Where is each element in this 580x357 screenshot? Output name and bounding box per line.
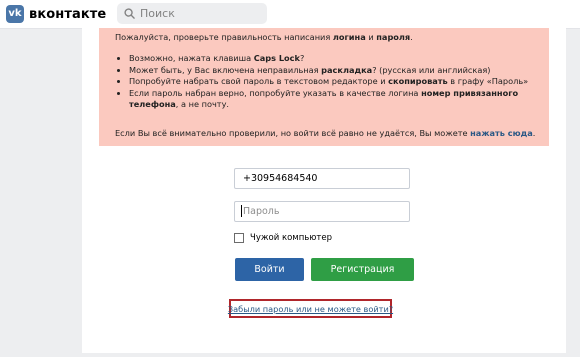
password-field[interactable] bbox=[234, 201, 410, 222]
foreign-computer-checkbox[interactable] bbox=[234, 233, 244, 243]
foreign-computer-checkbox-row[interactable]: Чужой компьютер bbox=[234, 233, 332, 243]
alert-intro: Пожалуйста, проверьте правильность напис… bbox=[115, 32, 413, 42]
login-panel: Пожалуйста, проверьте правильность напис… bbox=[82, 28, 566, 353]
list-item: Попробуйте набрать свой пароль в текстов… bbox=[129, 76, 544, 88]
register-button[interactable]: Регистрация bbox=[311, 258, 414, 281]
vk-logo-icon: vk bbox=[6, 5, 24, 23]
text-cursor bbox=[241, 205, 242, 217]
vk-logo[interactable]: vk вконтакте bbox=[6, 5, 106, 23]
search-icon bbox=[124, 8, 135, 19]
login-button[interactable]: Войти bbox=[235, 258, 304, 281]
logo-text: вконтакте bbox=[29, 6, 107, 22]
search-box[interactable] bbox=[117, 3, 267, 24]
alert-outro: Если Вы всё внимательно проверили, но во… bbox=[115, 128, 536, 138]
list-item: Может быть, у Вас включена неправильная … bbox=[129, 65, 544, 77]
top-bar: vk вконтакте bbox=[0, 0, 580, 28]
phone-field[interactable] bbox=[234, 168, 410, 189]
list-item: Если пароль набран верно, попробуйте ука… bbox=[129, 88, 544, 111]
search-input[interactable] bbox=[140, 7, 250, 20]
help-link[interactable]: нажать сюда bbox=[470, 128, 533, 138]
forgot-password-highlight: Забыли пароль или не можете войти? bbox=[228, 299, 393, 318]
error-alert: Пожалуйста, проверьте правильность напис… bbox=[99, 28, 549, 146]
alert-tips-list: Возможно, нажата клавиша Caps Lock? Може… bbox=[115, 53, 544, 111]
checkbox-label: Чужой компьютер bbox=[250, 233, 332, 243]
list-item: Возможно, нажата клавиша Caps Lock? bbox=[129, 53, 544, 65]
forgot-password-link[interactable]: Забыли пароль или не можете войти? bbox=[228, 304, 393, 314]
